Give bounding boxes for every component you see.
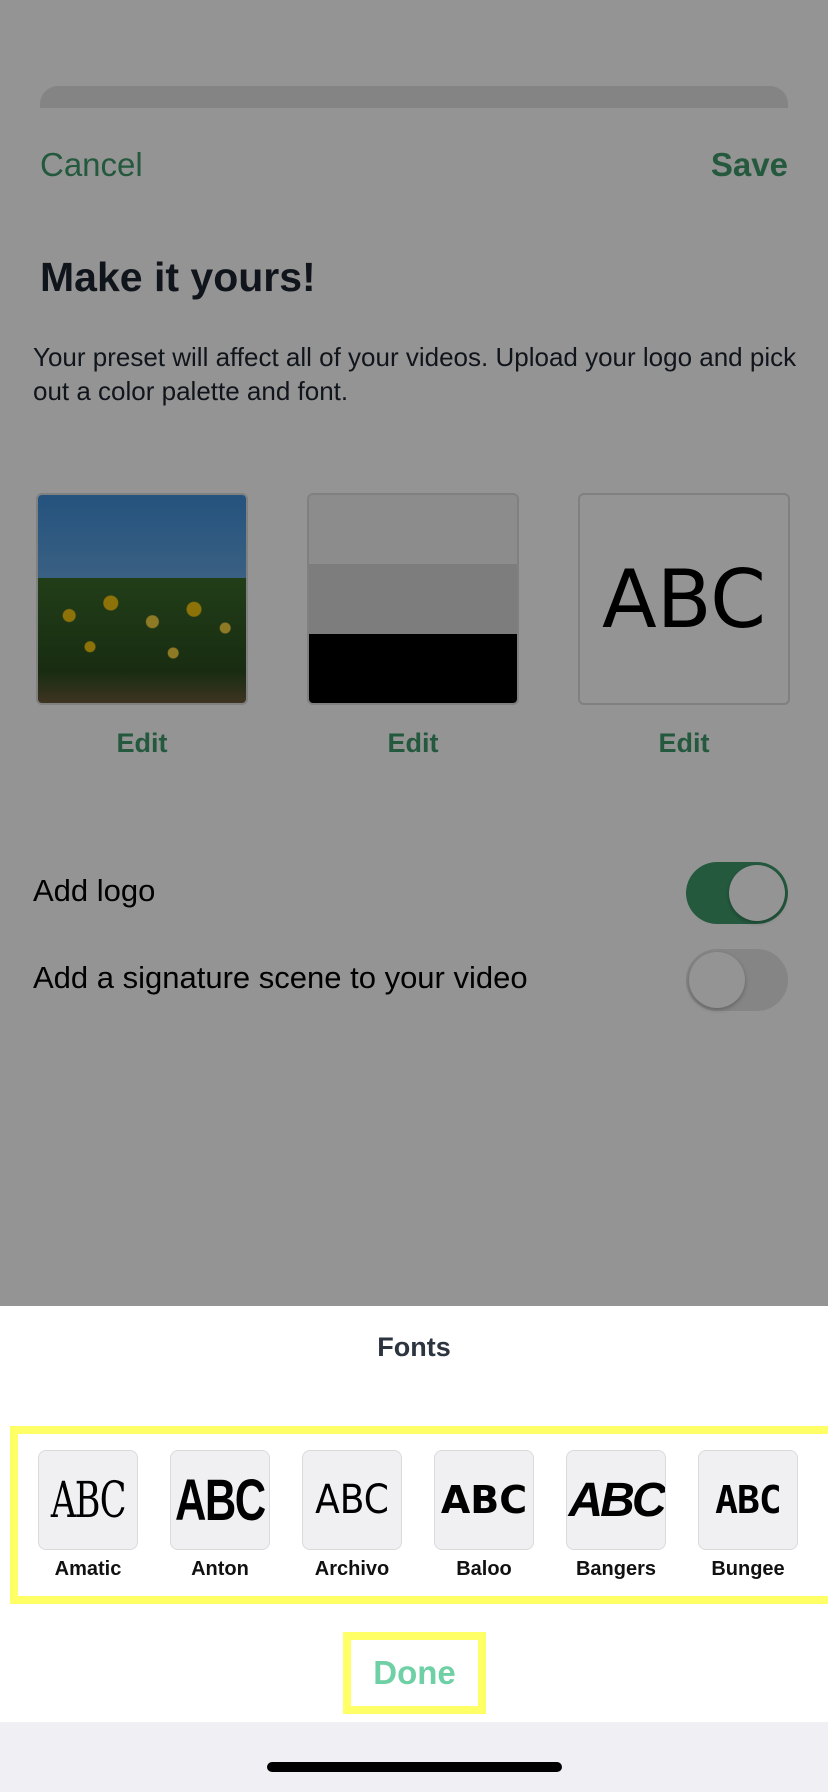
font-preview: ABC [170, 1450, 270, 1550]
font-preview-text: ABC [568, 1473, 666, 1527]
font-option-anton[interactable]: ABC Anton [170, 1450, 270, 1581]
font-preview: ABC [434, 1450, 534, 1550]
done-button[interactable]: Done [343, 1632, 486, 1714]
font-option-bangers[interactable]: ABC Bangers [566, 1450, 666, 1581]
font-list[interactable]: ABC Amatic ABC Anton ABC Archivo ABC Bal… [10, 1426, 828, 1604]
font-picker-title: Fonts [377, 1332, 451, 1362]
font-option-archivo[interactable]: ABC Archivo [302, 1450, 402, 1581]
font-preview-text: ABC [50, 1471, 127, 1529]
font-option-bungee[interactable]: ABC Bungee [698, 1450, 798, 1581]
font-preview-text: ABC [440, 1478, 528, 1522]
font-preview: ABC [698, 1450, 798, 1550]
font-preview-text: ABC [315, 1477, 389, 1523]
font-preview: ABC [302, 1450, 402, 1550]
done-label: Done [373, 1654, 456, 1691]
modal-dim-overlay[interactable] [0, 0, 828, 1306]
font-name: Amatic [54, 1558, 122, 1580]
font-name: Archivo [314, 1558, 390, 1580]
font-preview-text: ABC [715, 1478, 782, 1522]
font-name: Bangers [575, 1558, 657, 1580]
font-preview: ABC [38, 1450, 138, 1550]
font-name: Baloo [456, 1558, 512, 1580]
font-preview-text: ABC [175, 1467, 266, 1533]
home-indicator[interactable] [267, 1762, 562, 1772]
font-preview: ABC [566, 1450, 666, 1550]
home-indicator-area [0, 1722, 828, 1792]
font-option-amatic[interactable]: ABC Amatic [38, 1450, 138, 1581]
font-name: Anton [191, 1558, 249, 1580]
font-name: Bungee [711, 1558, 785, 1580]
font-option-baloo[interactable]: ABC Baloo [434, 1450, 534, 1581]
